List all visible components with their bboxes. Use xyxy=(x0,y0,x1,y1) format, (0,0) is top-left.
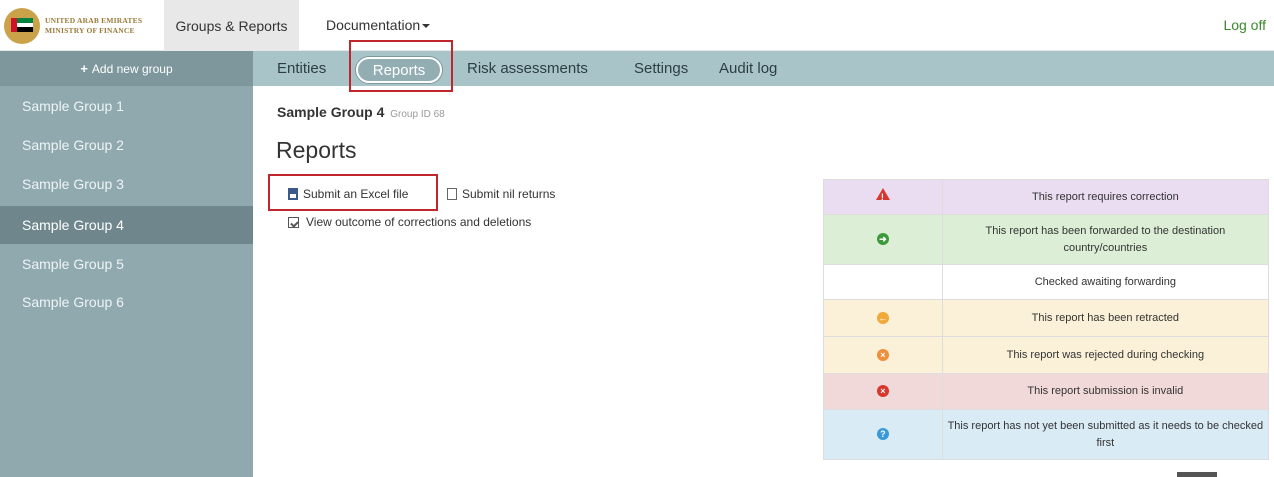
legend-text: This report has been forwarded to the de… xyxy=(941,214,1270,265)
legend-text: This report submission is invalid xyxy=(941,373,1270,410)
legend-row: × This report was rejected during checki… xyxy=(823,336,1270,374)
nav-groups-label: Groups & Reports xyxy=(175,17,288,34)
logo-line-1: UNITED ARAB EMIRATES xyxy=(45,16,143,25)
caret-down-icon xyxy=(422,24,431,29)
x-circle-icon: × xyxy=(876,348,889,361)
legend-row: ← This report has been retracted xyxy=(823,299,1270,337)
uae-emblem-icon xyxy=(4,8,40,44)
sidebar-item-sample-group-1[interactable]: Sample Group 1 xyxy=(0,87,253,125)
tab-audit-log[interactable]: Audit log xyxy=(719,51,777,86)
breadcrumb: Sample Group 4 Group ID 68 xyxy=(277,104,445,120)
group-sidebar: + Add new group Sample Group 1 Sample Gr… xyxy=(0,51,253,477)
highlight-reports-tab xyxy=(349,40,453,92)
add-new-group-button[interactable]: + Add new group xyxy=(0,51,253,86)
submit-nil-label: Submit nil returns xyxy=(462,187,556,201)
sidebar-item-sample-group-5[interactable]: Sample Group 5 xyxy=(0,245,253,283)
logo-line-2: MINISTRY OF FINANCE xyxy=(45,26,135,35)
nav-documentation-dropdown[interactable]: Documentation xyxy=(326,17,431,33)
file-icon xyxy=(447,188,457,200)
legend-text: This report requires correction xyxy=(941,179,1270,215)
plus-icon: + xyxy=(80,61,88,76)
legend-text: This report has been retracted xyxy=(941,299,1270,337)
view-outcome-label: View outcome of corrections and deletion… xyxy=(306,215,532,229)
bottom-scroll-stub xyxy=(1177,472,1217,477)
legend-text: This report was rejected during checking xyxy=(941,336,1270,374)
legend-row: This report requires correction xyxy=(823,179,1270,215)
nav-groups-reports[interactable]: Groups & Reports xyxy=(164,0,299,51)
sidebar-item-sample-group-6[interactable]: Sample Group 6 xyxy=(0,283,253,321)
tab-risk-assessments[interactable]: Risk assessments xyxy=(467,51,588,86)
arrow-left-circle-icon: ← xyxy=(876,311,889,324)
logoff-link[interactable]: Log off xyxy=(1223,17,1266,33)
check-square-icon xyxy=(288,216,299,228)
legend-text: This report has not yet been submitted a… xyxy=(941,409,1270,460)
submit-nil-returns-button[interactable]: Submit nil returns xyxy=(447,187,555,201)
sidebar-item-sample-group-3[interactable]: Sample Group 3 xyxy=(0,165,253,203)
top-navbar: UNITED ARAB EMIRATES MINISTRY OF FINANCE… xyxy=(0,0,1274,51)
view-outcome-link[interactable]: View outcome of corrections and deletion… xyxy=(288,215,531,229)
highlight-submit-excel xyxy=(268,174,438,211)
warning-icon xyxy=(875,188,890,206)
sidebar-item-sample-group-4[interactable]: Sample Group 4 xyxy=(0,206,253,244)
legend-text: Checked awaiting forwarding xyxy=(941,264,1270,300)
legend-row: × This report submission is invalid xyxy=(823,373,1270,410)
add-group-label: Add new group xyxy=(91,61,173,76)
x-circle-icon: × xyxy=(876,385,889,397)
group-id: Group ID 68 xyxy=(390,109,445,120)
legend-row: ? This report has not yet been submitted… xyxy=(823,409,1270,460)
status-legend-table: This report requires correction ➜ This r… xyxy=(823,179,1270,460)
arrow-right-circle-icon: ➜ xyxy=(876,233,889,245)
question-circle-icon: ? xyxy=(876,428,889,440)
logo-text: UNITED ARAB EMIRATES MINISTRY OF FINANCE xyxy=(45,16,142,36)
tab-entities[interactable]: Entities xyxy=(277,51,326,86)
nav-docs-label: Documentation xyxy=(326,17,421,33)
legend-row: ➜ This report has been forwarded to the … xyxy=(823,214,1270,265)
group-name: Sample Group 4 xyxy=(277,104,385,120)
page-title: Reports xyxy=(276,137,357,163)
ministry-logo[interactable]: UNITED ARAB EMIRATES MINISTRY OF FINANCE xyxy=(4,8,159,44)
tab-settings[interactable]: Settings xyxy=(634,51,688,86)
legend-row: Checked awaiting forwarding xyxy=(823,264,1270,300)
sidebar-item-sample-group-2[interactable]: Sample Group 2 xyxy=(0,126,253,164)
